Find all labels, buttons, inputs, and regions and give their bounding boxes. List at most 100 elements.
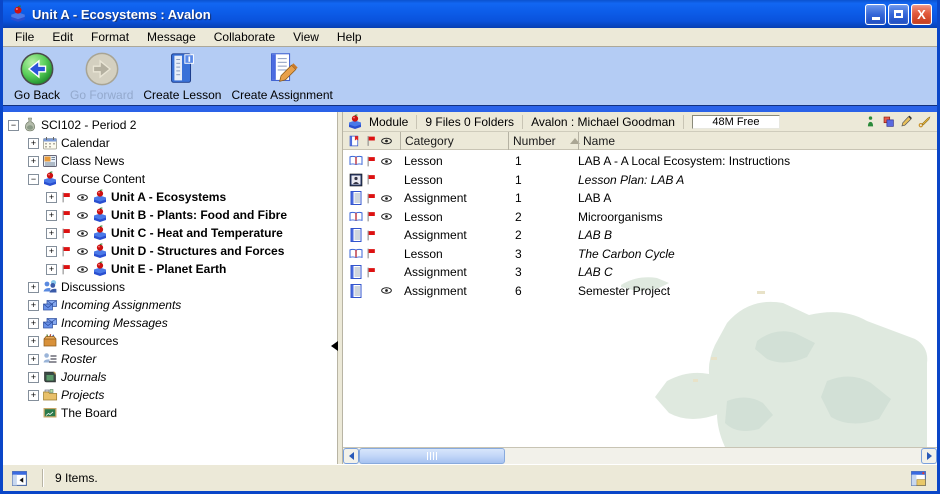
go-forward-button: Go Forward [65,50,138,102]
file-row[interactable]: Lesson1LAB A - A Local Ecosystem: Instru… [343,152,937,171]
tree-item-label: Class News [61,154,124,168]
tree-item[interactable]: + Journals [3,368,337,386]
layers-icon[interactable] [882,115,895,128]
expand-box-icon[interactable]: + [46,228,57,239]
file-row[interactable]: Lesson3The Carbon Cycle [343,245,937,264]
view-mode-icon[interactable] [910,470,927,487]
cell-category: Lesson [400,154,508,168]
tree-item[interactable]: + Discussions [3,278,337,296]
expand-box-icon[interactable]: + [28,390,39,401]
menu-help[interactable]: Help [328,29,371,45]
expand-box-icon[interactable]: + [46,264,57,275]
collapse-box-icon[interactable]: − [8,120,19,131]
tree-item-label: Journals [61,370,106,384]
expand-box-icon[interactable]: + [28,156,39,167]
go-forward-icon [83,50,121,88]
status-bar: 9 Items. [3,464,937,491]
tree-item-label: Unit D - Structures and Forces [111,244,284,258]
flag-icon [365,266,378,279]
tree-item[interactable]: +Unit A - Ecosystems [3,188,337,206]
tree-item[interactable]: +Unit E - Planet Earth [3,260,337,278]
scrollbar-thumb[interactable] [359,448,505,464]
panel-toggle-icon[interactable] [11,470,28,487]
menu-collaborate[interactable]: Collaborate [205,29,284,45]
file-list: Lesson1LAB A - A Local Ecosystem: Instru… [343,152,937,300]
cell-name: The Carbon Cycle [578,247,937,261]
expand-box-icon[interactable]: + [46,246,57,257]
user-icon[interactable] [864,115,877,128]
open-book-icon [348,153,364,169]
eye-icon [380,210,393,223]
go-back-button[interactable]: Go Back [9,50,65,102]
menu-view[interactable]: View [284,29,328,45]
menu-format[interactable]: Format [82,29,138,45]
tree-item[interactable]: +Incoming Assignments [3,296,337,314]
tree-panel[interactable]: −SCI102 - Period 2+Calendar+Class News−C… [3,112,337,464]
file-row[interactable]: Lesson2Microorganisms [343,208,937,227]
tree-item[interactable]: −Course Content [3,170,337,188]
maximize-button[interactable] [888,4,909,25]
tree-item[interactable]: + Class News [3,152,337,170]
file-row[interactable]: Assignment1LAB A [343,189,937,208]
cell-name: LAB A [578,191,937,205]
tree-item-label: Roster [61,352,96,366]
tree-item[interactable]: − SCI102 - Period 2 [3,116,337,134]
expand-box-icon[interactable]: + [28,354,39,365]
tree-item-label: Discussions [61,280,125,294]
cell-name: LAB B [578,228,937,242]
tree-item[interactable]: + Unit D - Structures and Forces [3,242,337,260]
eye-icon [380,192,393,205]
inbox-icon [42,297,58,313]
tree-item[interactable]: +Projects [3,386,337,404]
tree-item[interactable]: +Incoming Messages [3,314,337,332]
eye-icon [380,155,393,168]
file-count-label: 9 Files 0 Folders [425,115,514,129]
column-category[interactable]: Category [400,132,508,150]
tree-item[interactable]: + Roster [3,350,337,368]
apple-books-icon [42,171,58,187]
expand-box-icon[interactable]: + [28,282,39,293]
expand-box-icon[interactable]: + [28,318,39,329]
pencil-icon[interactable] [900,115,913,128]
expand-box-icon[interactable]: + [46,210,57,221]
flag-icon [365,173,378,186]
tree-item[interactable]: The Board [3,404,337,422]
gold-pencil-icon[interactable] [918,115,931,128]
expand-box-icon[interactable]: + [28,138,39,149]
expand-box-icon[interactable]: + [28,372,39,383]
create-lesson-button[interactable]: Create Lesson [138,50,226,102]
column-name[interactable]: Name [578,132,937,150]
scroll-left-button[interactable] [343,448,359,464]
file-row[interactable]: Lesson1Lesson Plan: LAB A [343,171,937,190]
menu-file[interactable]: File [6,29,43,45]
toolbar-button-label: Go Back [14,88,60,102]
tree-item[interactable]: +Unit B - Plants: Food and Fibre [3,206,337,224]
file-row[interactable]: Assignment2LAB B [343,226,937,245]
tree-item[interactable]: +Resources [3,332,337,350]
menu-edit[interactable]: Edit [43,29,82,45]
scroll-right-button[interactable] [921,448,937,464]
item-type-icon[interactable] [348,132,361,150]
tree-item[interactable]: +Unit C - Heat and Temperature [3,224,337,242]
module-panel: Module 9 Files 0 Folders Avalon : Michae… [343,112,937,464]
file-row[interactable]: Assignment6Semester Project [343,282,937,301]
horizontal-scrollbar[interactable] [343,447,937,464]
minimize-button[interactable] [865,4,886,25]
file-row[interactable]: Assignment3LAB C [343,263,937,282]
column-number[interactable]: Number [508,132,578,150]
collapse-box-icon[interactable]: − [28,174,39,185]
tree-item[interactable]: +Calendar [3,134,337,152]
open-book-icon [348,209,364,225]
expand-box-icon[interactable]: + [28,336,39,347]
flag-icon[interactable] [365,132,378,150]
cell-category: Assignment [400,228,508,242]
create-assignment-button[interactable]: Create Assignment [226,50,337,102]
collapse-panel-icon[interactable] [331,341,338,351]
expand-box-icon[interactable]: + [46,192,57,203]
close-button[interactable]: X [911,4,932,25]
notepad-icon [348,283,364,299]
tree-item-label: SCI102 - Period 2 [41,118,136,132]
menu-message[interactable]: Message [138,29,205,45]
expand-box-icon[interactable]: + [28,300,39,311]
eye-icon[interactable] [380,132,393,150]
